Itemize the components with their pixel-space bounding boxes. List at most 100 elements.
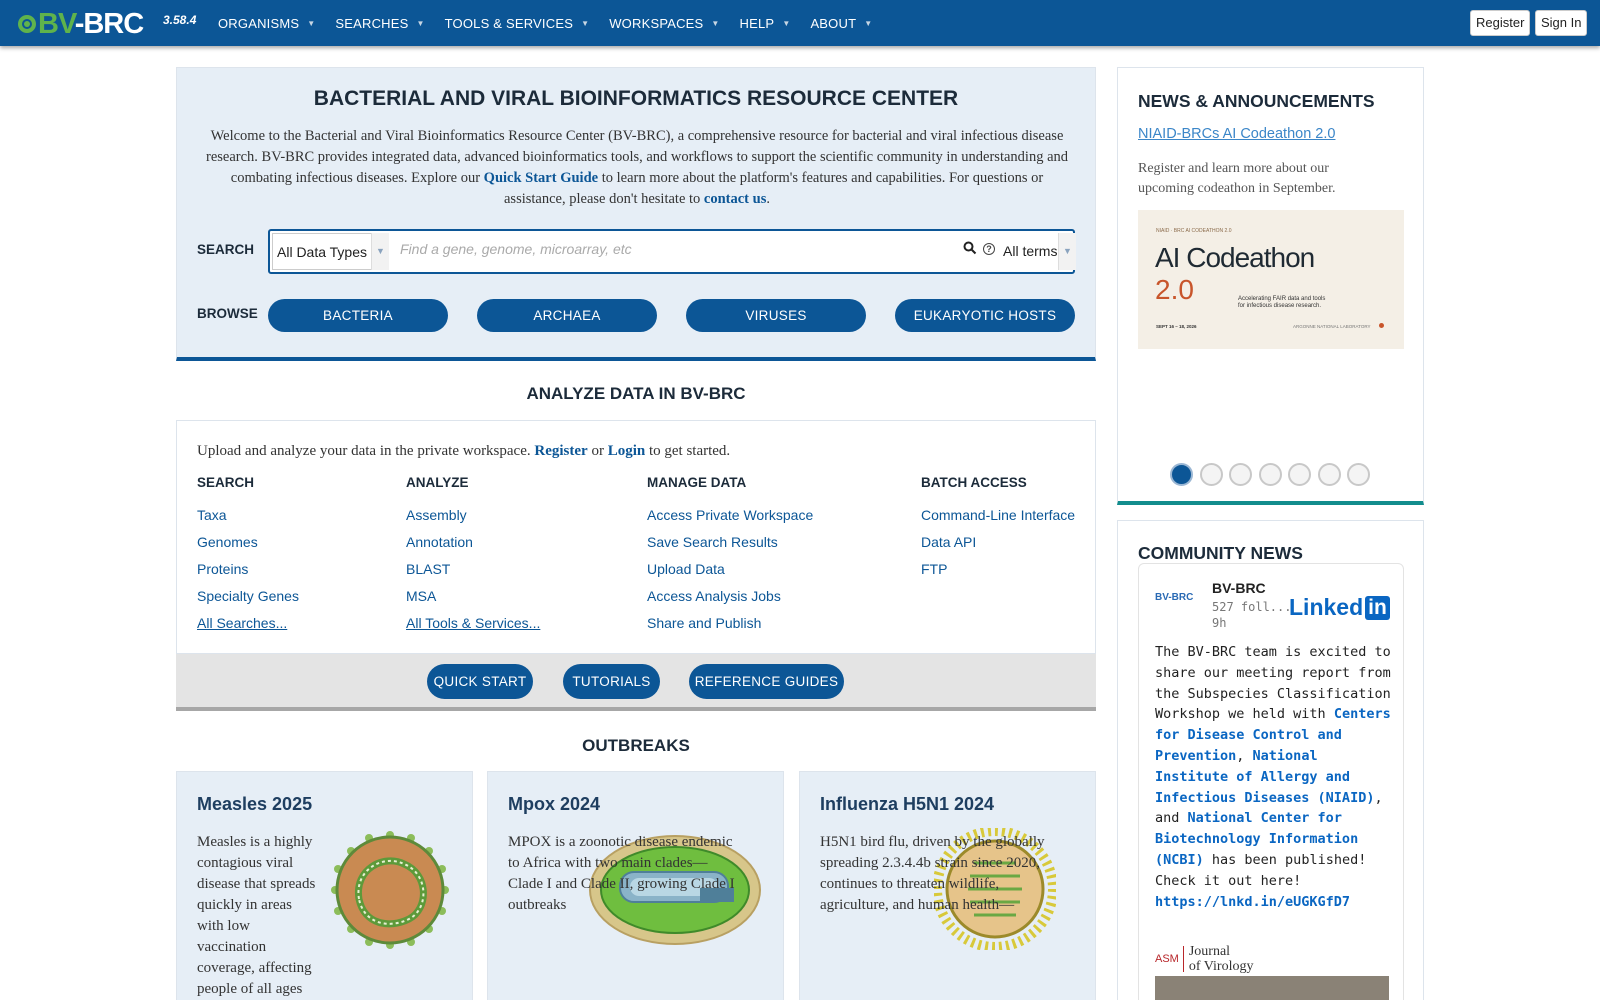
hero-panel: BACTERIAL AND VIRAL BIOINFORMATICS RESOU… bbox=[176, 67, 1096, 361]
journal-name: Journal of Virology bbox=[1189, 944, 1254, 974]
outbreak-title[interactable]: Mpox 2024 bbox=[508, 794, 600, 815]
tutorials-button[interactable]: TUTORIALS bbox=[563, 664, 660, 699]
menu-tools-services[interactable]: TOOLS & SERVICES ▼ bbox=[445, 16, 590, 31]
banner-dot-icon bbox=[1379, 323, 1384, 328]
codeathon-banner-image[interactable]: NIAID · BRC AI CODEATHON 2.0 AI Codeatho… bbox=[1138, 210, 1404, 349]
hero-desc-text: . bbox=[766, 191, 770, 207]
link-specialty-genes[interactable]: Specialty Genes bbox=[197, 588, 299, 604]
outbreak-card-mpox[interactable]: Mpox 2024 MPOX is a zoonotic disease end… bbox=[487, 771, 784, 1000]
post-image[interactable] bbox=[1155, 976, 1389, 1000]
community-news-panel: COMMUNITY NEWS BV-BRC BV-BRC 527 foll...… bbox=[1117, 520, 1424, 1000]
caret-down-icon: ▼ bbox=[581, 18, 590, 28]
menu-organisms[interactable]: ORGANISMS ▼ bbox=[218, 16, 315, 31]
caret-down-icon: ▼ bbox=[864, 18, 873, 28]
banner-place: ARGONNE NATIONAL LABORATORY bbox=[1293, 324, 1371, 329]
banner-title: AI Codeathon bbox=[1155, 242, 1315, 273]
caret-down-icon: ▼ bbox=[782, 18, 791, 28]
search-terms-select[interactable]: All terms bbox=[1003, 243, 1057, 259]
link-data-api[interactable]: Data API bbox=[921, 534, 976, 550]
linkedin-in-icon: in bbox=[1365, 595, 1390, 620]
register-link[interactable]: Register bbox=[534, 443, 587, 459]
browse-archaea-button[interactable]: ARCHAEA bbox=[477, 299, 657, 332]
carousel-dot[interactable] bbox=[1199, 463, 1223, 486]
news-panel: NEWS & ANNOUNCEMENTS NIAID-BRCs AI Codea… bbox=[1117, 67, 1424, 505]
guides-bar: QUICK START TUTORIALS REFERENCE GUIDES bbox=[176, 654, 1096, 711]
outbreak-description: MPOX is a zoonotic disease endemic to Af… bbox=[508, 832, 738, 916]
quick-start-button[interactable]: QUICK START bbox=[427, 664, 533, 699]
carousel-dot[interactable] bbox=[1347, 463, 1370, 486]
register-button[interactable]: Register bbox=[1470, 10, 1531, 36]
outbreak-title[interactable]: Influenza H5N1 2024 bbox=[820, 794, 994, 815]
analyze-title: ANALYZE DATA IN BV-BRC bbox=[526, 384, 746, 403]
menu-label: SEARCHES bbox=[335, 15, 409, 31]
linkedin-word: Linked bbox=[1289, 594, 1364, 620]
search-input[interactable]: Find a gene, genome, microarray, etc bbox=[400, 241, 632, 257]
link-save-search-results[interactable]: Save Search Results bbox=[647, 534, 778, 550]
post-url-link[interactable]: https://lnkd.in/eUGKGfD7 bbox=[1155, 894, 1350, 910]
link-blast[interactable]: BLAST bbox=[406, 561, 450, 577]
column-heading-analyze: ANALYZE bbox=[406, 475, 469, 490]
link-msa[interactable]: MSA bbox=[406, 588, 436, 604]
journal-name-line: of Virology bbox=[1188, 959, 1254, 974]
carousel-dot[interactable] bbox=[1288, 463, 1311, 486]
banner-dates: SEPT 16 – 18, 2026 bbox=[1156, 324, 1197, 329]
carousel-dot[interactable] bbox=[1170, 463, 1193, 486]
link-share-and-publish[interactable]: Share and Publish bbox=[647, 615, 761, 631]
link-taxa[interactable]: Taxa bbox=[197, 507, 227, 523]
logo-gear-icon bbox=[18, 15, 36, 33]
hero-title: BACTERIAL AND VIRAL BIOINFORMATICS RESOU… bbox=[313, 87, 959, 110]
menu-searches[interactable]: SEARCHES ▼ bbox=[335, 16, 424, 31]
link-assembly[interactable]: Assembly bbox=[406, 507, 467, 523]
link-genomes[interactable]: Genomes bbox=[197, 534, 258, 550]
help-icon[interactable]: ? bbox=[983, 243, 995, 255]
journal-logo: ASM Journal of Virology bbox=[1155, 944, 1253, 974]
search-icon[interactable] bbox=[963, 241, 977, 255]
menu-help[interactable]: HELP ▼ bbox=[740, 16, 791, 31]
measles-virus-image bbox=[331, 831, 449, 949]
carousel-dot[interactable] bbox=[1258, 463, 1282, 486]
asm-logo-text: ASM bbox=[1155, 953, 1179, 965]
chevron-down-icon[interactable]: ▼ bbox=[1058, 233, 1076, 270]
link-access-private-workspace[interactable]: Access Private Workspace bbox=[647, 507, 813, 523]
org-name[interactable]: BV-BRC bbox=[1212, 580, 1266, 596]
carousel-dot[interactable] bbox=[1229, 463, 1252, 486]
menu-about[interactable]: ABOUT ▼ bbox=[810, 16, 872, 31]
intro-text: or bbox=[587, 443, 608, 459]
sign-in-button[interactable]: Sign In bbox=[1535, 10, 1588, 36]
link-all-searches[interactable]: All Searches... bbox=[197, 615, 287, 631]
caret-down-icon: ▼ bbox=[416, 18, 425, 28]
carousel-dot[interactable] bbox=[1317, 463, 1341, 486]
outbreak-description: H5N1 bird flu, driven by the globally sp… bbox=[820, 834, 1045, 913]
contact-us-link[interactable]: contact us bbox=[704, 191, 766, 207]
browse-bacteria-button[interactable]: BACTERIA bbox=[268, 299, 448, 332]
intro-text: to get started. bbox=[645, 443, 731, 459]
top-navbar: BV-BRC 3.58.4 ORGANISMS ▼ SEARCHES ▼ TOOLS… bbox=[0, 0, 1600, 46]
linkedin-logo[interactable]: Linked in bbox=[1289, 594, 1390, 621]
outbreak-title[interactable]: Measles 2025 bbox=[197, 794, 312, 815]
link-upload-data[interactable]: Upload Data bbox=[647, 561, 725, 577]
login-link[interactable]: Login bbox=[608, 443, 646, 459]
browse-label: BROWSE bbox=[197, 306, 258, 321]
version-label: 3.58.4 bbox=[163, 13, 197, 27]
chevron-down-icon[interactable]: ▼ bbox=[371, 233, 389, 270]
outbreak-card-measles[interactable]: Measles 2025 Measles is a highly contagi… bbox=[176, 771, 473, 1000]
quick-start-guide-link[interactable]: Quick Start Guide bbox=[484, 170, 598, 186]
link-access-analysis-jobs[interactable]: Access Analysis Jobs bbox=[647, 588, 781, 604]
linkedin-post-card[interactable]: BV-BRC BV-BRC 527 foll... 9h Linked in Th… bbox=[1138, 563, 1404, 1000]
link-annotation[interactable]: Annotation bbox=[406, 534, 473, 550]
bvbrc-logo[interactable]: BV-BRC bbox=[16, 8, 144, 40]
link-proteins[interactable]: Proteins bbox=[197, 561, 248, 577]
link-all-tools[interactable]: All Tools & Services... bbox=[406, 615, 540, 631]
link-ftp[interactable]: FTP bbox=[921, 561, 947, 577]
outbreak-description: Measles is a highly contagious viral dis… bbox=[197, 834, 316, 997]
browse-viruses-button[interactable]: VIRUSES bbox=[686, 299, 866, 332]
reference-guides-button[interactable]: REFERENCE GUIDES bbox=[689, 664, 844, 699]
browse-eukaryotic-hosts-button[interactable]: EUKARYOTIC HOSTS bbox=[895, 299, 1075, 332]
org-avatar[interactable]: BV-BRC bbox=[1155, 592, 1193, 603]
link-command-line-interface[interactable]: Command-Line Interface bbox=[921, 507, 1075, 523]
hero-description: Welcome to the Bacterial and Viral Bioin… bbox=[205, 126, 1069, 210]
outbreak-card-h5n1[interactable]: Influenza H5N1 2024 H5N1 bird flu, drive… bbox=[799, 771, 1096, 1000]
column-heading-batch-access: BATCH ACCESS bbox=[921, 475, 1027, 490]
menu-workspaces[interactable]: WORKSPACES ▼ bbox=[609, 16, 719, 31]
news-item-link[interactable]: NIAID-BRCs AI Codeathon 2.0 bbox=[1138, 126, 1335, 142]
